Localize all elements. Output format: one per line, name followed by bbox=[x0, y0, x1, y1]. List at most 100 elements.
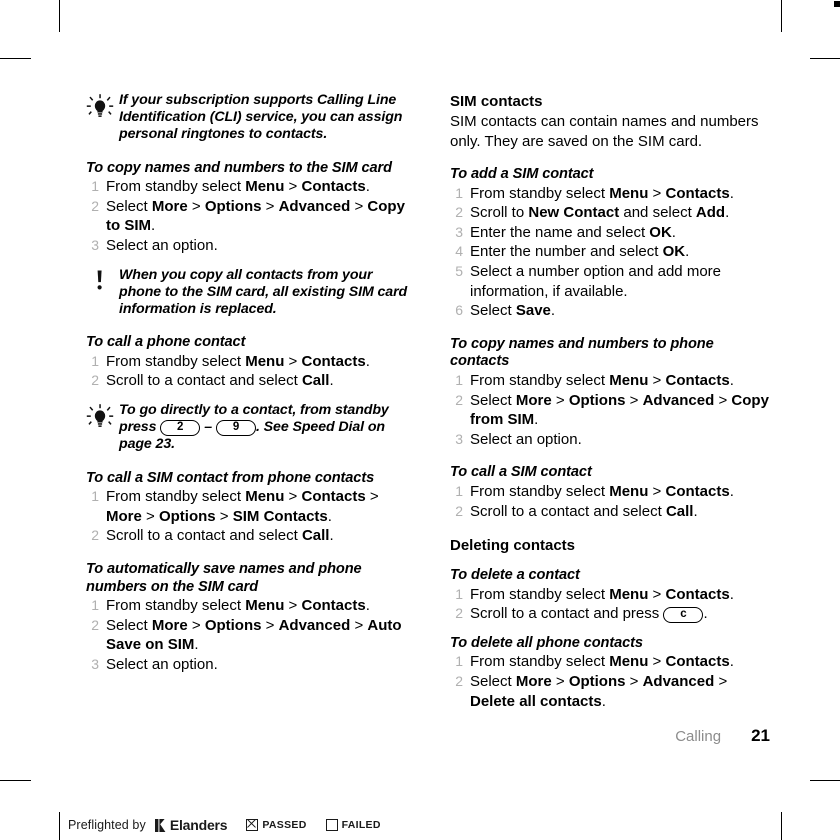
procedure-heading-copy-from-sim: To copy names and numbers to phone conta… bbox=[450, 335, 714, 370]
step-text-run: . bbox=[725, 204, 730, 222]
list-item: 2 Scroll to a contact and select Call. bbox=[86, 526, 416, 546]
ui-term: More bbox=[515, 673, 552, 691]
step-text-run: > bbox=[187, 616, 205, 634]
step-number: 2 bbox=[91, 616, 99, 633]
steps-call-phone-contact: 1 From standby select Menu > Contacts. 2 Sc… bbox=[86, 352, 416, 391]
step-number: 2 bbox=[455, 391, 463, 408]
step-number: 1 bbox=[455, 585, 463, 602]
step-text-run: From standby select bbox=[470, 482, 610, 500]
step-text: From standby select Menu > Contacts. bbox=[106, 178, 370, 195]
step-text: Select More > Options > Advanced > Copy … bbox=[470, 392, 769, 429]
keycap-c: c bbox=[663, 607, 704, 624]
step-text-run: . bbox=[729, 482, 734, 500]
ui-term: Menu bbox=[609, 653, 649, 671]
ui-term: Contacts bbox=[665, 585, 730, 603]
preflight-failed-label: FAILED bbox=[341, 819, 381, 831]
list-item: 4 Enter the number and select OK. bbox=[450, 242, 770, 262]
step-text-run: Scroll to bbox=[470, 204, 529, 222]
step-text-run: > bbox=[350, 197, 368, 215]
list-item: 3 Select an option. bbox=[86, 236, 416, 256]
step-text-run: > bbox=[350, 616, 368, 634]
step-text: Select More > Options > Advanced > Auto … bbox=[106, 617, 402, 654]
step-text: Select an option. bbox=[470, 431, 582, 448]
step-number: 6 bbox=[455, 302, 463, 319]
step-text: Select an option. bbox=[106, 237, 218, 254]
step-text-run: > bbox=[141, 507, 159, 525]
ui-term: More bbox=[151, 616, 188, 634]
ui-term: Contacts bbox=[665, 371, 730, 389]
step-text-run: > bbox=[284, 178, 302, 196]
preflight-bar: Preflighted by Elanders PASSED FAILED bbox=[68, 817, 381, 833]
list-item: 2 Scroll to a contact and press c. bbox=[450, 604, 770, 624]
step-text: Select More > Options > Advanced > Copy … bbox=[106, 198, 405, 235]
ui-term: Menu bbox=[609, 482, 649, 500]
step-number: 1 bbox=[455, 184, 463, 201]
step-text-run: > bbox=[261, 197, 279, 215]
ui-term: Options bbox=[568, 391, 626, 409]
tip-text: If your subscription supports Calling Li… bbox=[119, 92, 403, 143]
step-text-run: . bbox=[365, 178, 370, 196]
step-text-run: > bbox=[714, 391, 732, 409]
step-text-run: Scroll to a contact and select bbox=[106, 372, 302, 390]
steps-copy-from-sim: 1 From standby select Menu > Contacts. 2 Se… bbox=[450, 371, 770, 449]
step-text-run: . bbox=[729, 371, 734, 389]
step-text-run: From standby select bbox=[106, 597, 246, 615]
left-column: If your subscription supports Calling Li… bbox=[86, 92, 416, 675]
list-item: 2 Select More > Options > Advanced > Copy… bbox=[450, 391, 770, 430]
list-item: 2 Scroll to New Contact and select Add. bbox=[450, 203, 770, 223]
keycap-2: 2 bbox=[160, 420, 201, 437]
list-item: 1 From standby select Menu > Contacts. bbox=[86, 352, 416, 372]
step-number: 1 bbox=[455, 371, 463, 388]
step-text-run: . bbox=[729, 585, 734, 603]
step-text: Enter the number and select OK. bbox=[470, 243, 689, 260]
ui-term: Menu bbox=[245, 178, 285, 196]
list-item: 2 Scroll to a contact and select Call. bbox=[86, 371, 416, 391]
ui-term: Menu bbox=[245, 597, 285, 615]
step-text-run: . bbox=[693, 502, 698, 520]
list-item: 1 From standby select Menu > Contacts. bbox=[86, 596, 416, 616]
step-text: Scroll to a contact and select Call. bbox=[106, 527, 334, 544]
step-text-run: > bbox=[648, 371, 666, 389]
ui-term: More bbox=[151, 197, 188, 215]
section-heading-sim-contacts: SIM contacts bbox=[450, 93, 543, 110]
step-text-run: Select bbox=[106, 197, 152, 215]
step-text-run: From standby select bbox=[470, 371, 610, 389]
tip-callout-cli: If your subscription supports Calling Li… bbox=[86, 92, 416, 144]
step-number: 1 bbox=[91, 488, 99, 505]
step-text-run: . bbox=[151, 217, 156, 235]
list-item: 1 From standby select Menu > Contacts. bbox=[450, 585, 770, 605]
step-text: From standby select Menu > Contacts. bbox=[470, 483, 734, 500]
list-item: 2 Select More > Options > Advanced > Auto… bbox=[86, 616, 416, 655]
ui-term: Contacts bbox=[665, 482, 730, 500]
step-text-run: Select an option. bbox=[106, 236, 218, 254]
step-number: 2 bbox=[91, 372, 99, 389]
ui-term: Contacts bbox=[301, 597, 366, 615]
ui-term: Advanced bbox=[278, 197, 351, 215]
step-text-run: Enter the name and select bbox=[470, 223, 650, 241]
ui-term: Call bbox=[301, 372, 330, 390]
lightbulb-icon bbox=[86, 93, 114, 119]
ui-term: Options bbox=[568, 673, 626, 691]
step-number: 3 bbox=[91, 236, 99, 253]
steps-add-sim-contact: 1 From standby select Menu > Contacts. 2 Sc… bbox=[450, 184, 770, 321]
step-text: From standby select Menu > Contacts > Mo… bbox=[106, 488, 379, 525]
ui-term: Contacts bbox=[665, 653, 730, 671]
step-text-run: Select bbox=[470, 302, 516, 320]
step-text: From standby select Menu > Contacts. bbox=[470, 653, 734, 670]
ui-term: OK bbox=[662, 243, 686, 261]
steps-call-sim-contact: 1 From standby select Menu > Contacts. 2 Sc… bbox=[450, 482, 770, 521]
tip-callout-speed-dial: To go directly to a contact, from standb… bbox=[86, 402, 416, 454]
step-text-run: > bbox=[714, 673, 728, 691]
step-text-run: > bbox=[625, 391, 643, 409]
step-text-run: . bbox=[729, 653, 734, 671]
ui-term: Menu bbox=[609, 585, 649, 603]
step-text: From standby select Menu > Contacts. bbox=[470, 586, 734, 603]
step-number: 2 bbox=[455, 673, 463, 690]
step-text-run: > bbox=[648, 585, 666, 603]
elanders-brand-text: Elanders bbox=[169, 817, 228, 833]
step-text-run: > bbox=[215, 507, 233, 525]
step-number: 2 bbox=[91, 197, 99, 214]
step-text-run: > bbox=[187, 197, 205, 215]
step-text-run: > bbox=[284, 488, 302, 506]
list-item: 6 Select Save. bbox=[450, 301, 770, 321]
